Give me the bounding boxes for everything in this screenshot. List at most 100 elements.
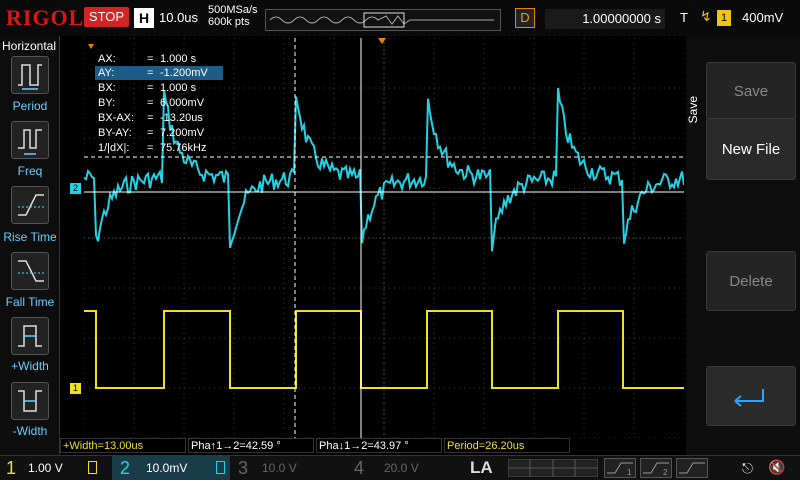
speaker-mute-icon[interactable]: 🔇 [768, 459, 785, 476]
trigger-source[interactable]: 1 [717, 10, 731, 26]
memory-overview-strip[interactable] [265, 9, 501, 31]
measurement-phase-fall[interactable]: Pha↓1→2=43.97 ° [316, 438, 442, 453]
equals-sign: = [147, 53, 154, 65]
cursor-value: 6.000mV [160, 97, 205, 109]
rise-time-label: Rise Time [3, 230, 57, 244]
ch1-scale[interactable]: 1.00 V [28, 461, 63, 475]
minus-width-button[interactable] [11, 382, 49, 420]
freq-button[interactable] [11, 121, 49, 159]
top-status-bar: RIGOL STOP H 10.0us 500MSa/s 600k pts D … [0, 0, 800, 36]
logic-analyzer-label[interactable]: LA [470, 458, 493, 478]
ch1-coupling-icon [88, 461, 97, 474]
delay-value[interactable]: 1.00000000 s [545, 9, 665, 29]
freq-icon [18, 129, 42, 155]
minus-width-label: -Width [12, 424, 48, 438]
cursor-key: AY: [98, 67, 115, 79]
freq-label: Freq [17, 164, 43, 178]
ch1-offset-marker[interactable]: 1 [70, 383, 81, 394]
digital-decode-1-button[interactable]: 1 [604, 458, 636, 478]
cursor-key: BY-AY: [98, 127, 132, 139]
sample-rate: 500MSa/s [208, 4, 258, 16]
digital-decode-3-button[interactable] [676, 458, 708, 478]
ch2-number: 2 [120, 458, 131, 478]
save-menu-title: Save [686, 96, 700, 124]
ch3-number[interactable]: 3 [238, 458, 248, 479]
ch4-scale[interactable]: 20.0 V [384, 461, 419, 475]
cursor-ax-row: AX: = 1.000 s [95, 52, 223, 66]
run-stop-button[interactable]: STOP [84, 7, 129, 27]
channel-status-bar: 1 1.00 V 2 10.0mV 3 10.0 V 4 20.0 V LA 1… [0, 455, 800, 480]
ch1-number[interactable]: 1 [6, 458, 16, 479]
memory-depth: 600k pts [208, 16, 250, 28]
cursor-value: 1.000 s [160, 53, 197, 65]
cursor-marker-icon [88, 44, 94, 49]
fall-time-button[interactable] [11, 252, 49, 290]
digital-decode-2-button[interactable]: 2 [640, 458, 672, 478]
decode-wave-icon: 2 [643, 462, 669, 477]
decode-wave-icon [679, 462, 705, 474]
plus-width-label: +Width [11, 359, 49, 373]
acquisition-info: 500MSa/s 600k pts [208, 4, 258, 28]
trigger-level[interactable]: 400mV [742, 10, 783, 25]
equals-sign: = [147, 112, 154, 124]
timebase-value[interactable]: 10.0us [159, 10, 198, 25]
cursor-key: 1/|dX|: [98, 142, 130, 154]
ch2-offset-marker[interactable]: 2 [70, 183, 81, 194]
ch3-scale[interactable]: 10.0 V [262, 461, 297, 475]
cursor-key: BX-AX: [98, 112, 135, 124]
cursor-dx-row: BX-AX: = -13.20us [95, 111, 223, 125]
equals-sign: = [147, 97, 154, 109]
plus-width-button[interactable] [11, 317, 49, 355]
delete-button[interactable]: Delete [706, 251, 796, 311]
cursor-value: 1.000 s [160, 82, 197, 94]
period-button[interactable] [11, 56, 49, 94]
save-button[interactable]: Save [706, 62, 796, 120]
cursor-bx-row: BX: = 1.000 s [95, 81, 223, 95]
svg-text:1: 1 [627, 468, 632, 477]
equals-sign: = [147, 127, 154, 139]
save-menu: Save Save New File Delete [686, 36, 800, 456]
plus-width-icon [18, 325, 42, 347]
equals-sign: = [147, 67, 154, 79]
svg-text:2: 2 [663, 468, 668, 477]
period-icon [18, 64, 42, 90]
ch2-coupling-icon [216, 461, 225, 474]
decode-wave-icon: 1 [607, 462, 633, 477]
cursor-value: -13.20us [160, 112, 203, 124]
measurement-plus-width[interactable]: +Width=13.00us [60, 438, 186, 453]
la-channels-icon [507, 458, 599, 478]
cursor-readout: AX: = 1.000 s AY: = -1.200mV BX: = 1.000 s BY:… [95, 52, 225, 157]
cursor-key: BX: [98, 82, 116, 94]
ch2-status[interactable]: 2 10.0mV [112, 456, 230, 480]
horizontal-measure-menu: Horizontal Period Freq Rise Time Fall Ti… [0, 36, 60, 456]
equals-sign: = [147, 82, 154, 94]
cursor-by-row: BY: = 6.000mV [95, 96, 223, 110]
cursor-key: AX: [98, 53, 116, 65]
cursor-value: 7.200mV [160, 127, 205, 139]
cursor-freq-row: 1/|dX|: = 75.76kHz [95, 141, 223, 155]
memory-waveform-icon [269, 12, 494, 28]
measurement-bar: +Width=13.00us Pha↑1→2=42.59 ° Pha↓1→2=4… [60, 438, 686, 454]
fall-time-label: Fall Time [5, 295, 55, 309]
delay-label: D [515, 8, 535, 28]
trigger-position-icon [378, 38, 386, 44]
cursor-value: 75.76kHz [160, 142, 207, 154]
rising-edge-icon: ↯ [700, 8, 712, 24]
equals-sign: = [147, 142, 154, 154]
ch2-scale: 10.0mV [146, 461, 188, 475]
horizontal-label: H [134, 8, 154, 28]
measurement-period[interactable]: Period=26.20us [444, 438, 570, 453]
rise-time-button[interactable] [11, 186, 49, 224]
brand-logo: RIGOL [6, 5, 85, 30]
back-button[interactable] [706, 366, 796, 426]
new-file-button[interactable]: New File [706, 118, 796, 180]
la-channel-grid [507, 458, 599, 478]
cursor-dy-row: BY-AY: = 7.200mV [95, 126, 223, 140]
minus-width-icon [18, 390, 42, 412]
return-arrow-icon [734, 389, 764, 407]
measurement-phase-rise[interactable]: Pha↑1→2=42.59 ° [188, 438, 314, 453]
cursor-value: -1.200mV [160, 67, 208, 79]
cursor-ay-row[interactable]: AY: = -1.200mV [95, 66, 223, 80]
cursor-key: BY: [98, 97, 116, 109]
ch4-number[interactable]: 4 [354, 458, 364, 479]
